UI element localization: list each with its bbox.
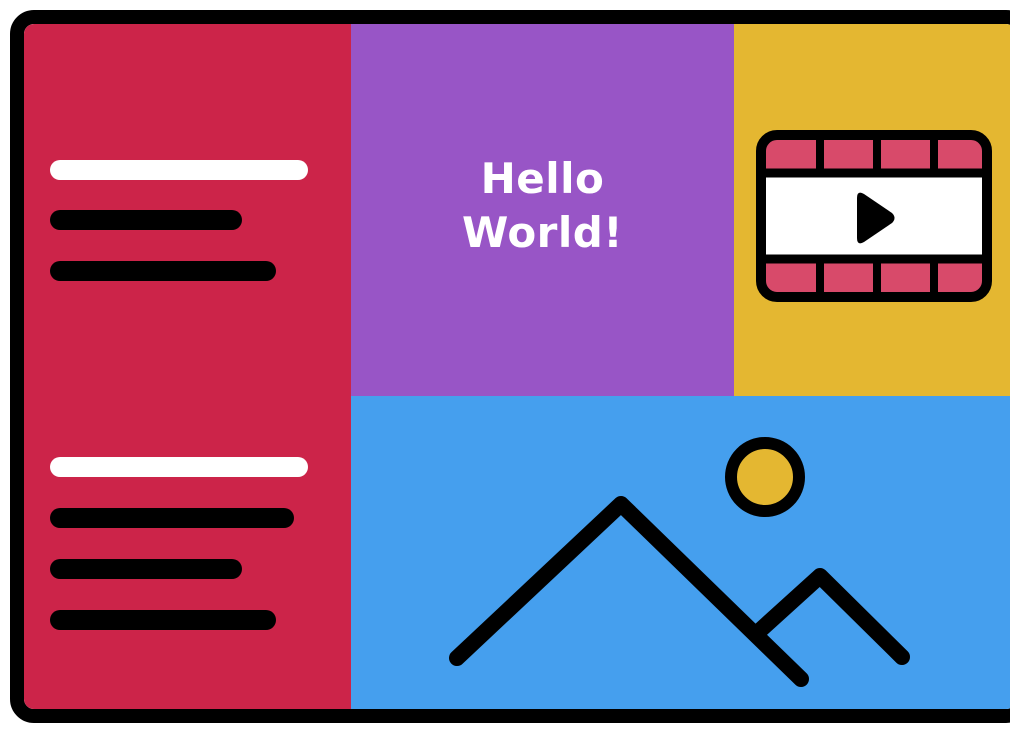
mountain-icon <box>449 496 910 687</box>
hello-world-text: Hello World! <box>461 154 623 257</box>
sidebar-text-placeholder-4 <box>50 559 242 579</box>
image-panel <box>351 396 1010 709</box>
video-panel <box>734 24 1010 396</box>
sidebar-heading-placeholder-2 <box>50 457 308 477</box>
sidebar-text-placeholder-2 <box>50 261 276 281</box>
sun-icon <box>725 437 805 517</box>
video-film-icon <box>756 130 992 302</box>
sidebar-heading-placeholder-1 <box>50 160 308 180</box>
text-panel: Hello World! <box>351 24 734 396</box>
image-landscape-icon <box>449 437 910 687</box>
sidebar-text-placeholder-1 <box>50 210 242 230</box>
window-frame: Hello World! <box>10 10 1010 723</box>
sidebar <box>24 24 351 709</box>
sidebar-text-placeholder-5 <box>50 610 276 630</box>
sidebar-text-placeholder-3 <box>50 508 294 528</box>
